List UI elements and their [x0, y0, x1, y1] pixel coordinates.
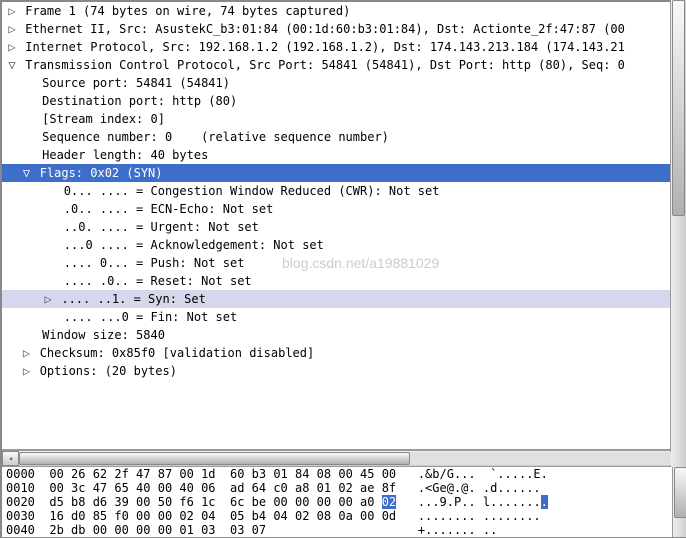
hdrlen-row[interactable]: Header length: 40 bytes	[2, 146, 686, 164]
frame-text: Frame 1 (74 bytes on wire, 74 bytes capt…	[25, 4, 350, 18]
hdrlen: Header length: 40 bytes	[42, 148, 208, 162]
flag-psh-row[interactable]: .... 0... = Push: Not set blog.csdn.net/a…	[2, 254, 686, 272]
hex-bytes: d5 b8 d6 39 00 50 f6 1c 6c be 00 00 00 0…	[49, 495, 381, 509]
win-row[interactable]: Window size: 5840	[2, 326, 686, 344]
hex-offset: 0030	[6, 509, 35, 523]
vertical-scrollbar[interactable]	[672, 467, 686, 537]
hex-bytes: 2b db 00 00 00 00 01 03 03 07	[49, 523, 266, 537]
flags-row[interactable]: ▽ Flags: 0x02 (SYN)	[2, 164, 686, 182]
seq-row[interactable]: Sequence number: 0 (relative sequence nu…	[2, 128, 686, 146]
expand-icon[interactable]: ▷	[6, 38, 18, 56]
scrollbar-thumb[interactable]	[19, 452, 410, 465]
seq: Sequence number: 0 (relative sequence nu…	[42, 130, 389, 144]
win: Window size: 5840	[42, 328, 165, 342]
flag-rst-row[interactable]: .... .0.. = Reset: Not set	[2, 272, 686, 290]
psh: .... 0... = Push: Not set	[64, 256, 245, 270]
flag-urg-row[interactable]: ..0. .... = Urgent: Not set	[2, 218, 686, 236]
flags-text: Flags: 0x02 (SYN)	[40, 166, 163, 180]
stream-row[interactable]: [Stream index: 0]	[2, 110, 686, 128]
hex-ascii: +....... ..	[418, 523, 497, 537]
scrollbar-thumb[interactable]	[674, 467, 686, 518]
stream: [Stream index: 0]	[42, 112, 165, 126]
horizontal-scrollbar[interactable]: ◂ ▸	[2, 450, 686, 467]
fin: .... ...0 = Fin: Not set	[64, 310, 237, 324]
srcport: Source port: 54841 (54841)	[42, 76, 230, 90]
flag-ecn-row[interactable]: .0.. .... = ECN-Echo: Not set	[2, 200, 686, 218]
hex-ascii: ...9.P.. l.......	[418, 495, 541, 509]
hex-row[interactable]: 0000 00 26 62 2f 47 87 00 1d 60 b3 01 84…	[2, 467, 686, 481]
hex-offset: 0010	[6, 481, 35, 495]
rst: .... .0.. = Reset: Not set	[64, 274, 252, 288]
hex-ascii: .&b/G... `.....E.	[418, 467, 548, 481]
hex-row[interactable]: 0010 00 3c 47 65 40 00 40 06 ad 64 c0 a8…	[2, 481, 686, 495]
scroll-track[interactable]	[19, 452, 671, 465]
ip-text: Internet Protocol, Src: 192.168.1.2 (192…	[25, 40, 625, 54]
ack: ...0 .... = Acknowledgement: Not set	[64, 238, 324, 252]
syn-text: .... ..1. = Syn: Set	[61, 292, 206, 306]
expand-icon[interactable]: ▷	[20, 344, 32, 362]
collapse-icon[interactable]: ▽	[20, 164, 32, 182]
cwr: 0... .... = Congestion Window Reduced (C…	[64, 184, 440, 198]
expand-icon[interactable]: ▷	[42, 290, 54, 308]
scroll-left-icon[interactable]: ◂	[2, 451, 19, 466]
hex-highlight: 02	[382, 495, 396, 509]
expand-icon[interactable]: ▷	[6, 2, 18, 20]
frame-row[interactable]: ▷ Frame 1 (74 bytes on wire, 74 bytes ca…	[2, 2, 686, 20]
hex-bytes: 16 d0 85 f0 00 00 02 04 05 b4 04 02 08 0…	[49, 509, 396, 523]
hex-bytes: 00 3c 47 65 40 00 40 06 ad 64 c0 a8 01 0…	[49, 481, 396, 495]
watermark: blog.csdn.net/a19881029	[282, 254, 439, 272]
hex-offset: 0000	[6, 467, 35, 481]
opt-text: Options: (20 bytes)	[40, 364, 177, 378]
flag-ack-row[interactable]: ...0 .... = Acknowledgement: Not set	[2, 236, 686, 254]
hex-bytes: 00 26 62 2f 47 87 00 1d 60 b3 01 84 08 0…	[49, 467, 396, 481]
hex-ascii: .<Ge@.@. .d......	[418, 481, 541, 495]
expand-icon[interactable]: ▷	[20, 362, 32, 380]
options-row[interactable]: ▷ Options: (20 bytes)	[2, 362, 686, 380]
hex-offset: 0020	[6, 495, 35, 509]
ip-row[interactable]: ▷ Internet Protocol, Src: 192.168.1.2 (1…	[2, 38, 686, 56]
dstport: Destination port: http (80)	[42, 94, 237, 108]
flag-syn-row[interactable]: ▷ .... ..1. = Syn: Set	[2, 290, 686, 308]
vertical-scrollbar[interactable]	[670, 2, 686, 450]
expand-icon[interactable]: ▷	[6, 20, 18, 38]
src-port-row[interactable]: Source port: 54841 (54841)	[2, 74, 686, 92]
hex-row[interactable]: 0030 16 d0 85 f0 00 00 02 04 05 b4 04 02…	[2, 509, 686, 523]
flag-fin-row[interactable]: .... ...0 = Fin: Not set	[2, 308, 686, 326]
checksum-row[interactable]: ▷ Checksum: 0x85f0 [validation disabled]	[2, 344, 686, 362]
urg: ..0. .... = Urgent: Not set	[64, 220, 259, 234]
ethernet-row[interactable]: ▷ Ethernet II, Src: AsustekC_b3:01:84 (0…	[2, 20, 686, 38]
collapse-icon[interactable]: ▽	[6, 56, 18, 74]
chk-text: Checksum: 0x85f0 [validation disabled]	[40, 346, 315, 360]
eth-text: Ethernet II, Src: AsustekC_b3:01:84 (00:…	[25, 22, 625, 36]
flag-cwr-row[interactable]: 0... .... = Congestion Window Reduced (C…	[2, 182, 686, 200]
hex-row[interactable]: 0020 d5 b8 d6 39 00 50 f6 1c 6c be 00 00…	[2, 495, 686, 509]
ecn: .0.. .... = ECN-Echo: Not set	[64, 202, 274, 216]
scrollbar-thumb[interactable]	[672, 2, 685, 216]
tcp-row[interactable]: ▽ Transmission Control Protocol, Src Por…	[2, 56, 686, 74]
hex-offset: 0040	[6, 523, 35, 537]
hex-ascii: ........ ........	[418, 509, 541, 523]
tcp-text: Transmission Control Protocol, Src Port:…	[25, 58, 625, 72]
dst-port-row[interactable]: Destination port: http (80)	[2, 92, 686, 110]
ascii-highlight: .	[541, 495, 548, 509]
hex-dump-panel[interactable]: 0000 00 26 62 2f 47 87 00 1d 60 b3 01 84…	[2, 467, 686, 537]
hex-row[interactable]: 0040 2b db 00 00 00 00 01 03 03 07 +....…	[2, 523, 686, 537]
packet-details-panel[interactable]: ▷ Frame 1 (74 bytes on wire, 74 bytes ca…	[2, 2, 686, 450]
